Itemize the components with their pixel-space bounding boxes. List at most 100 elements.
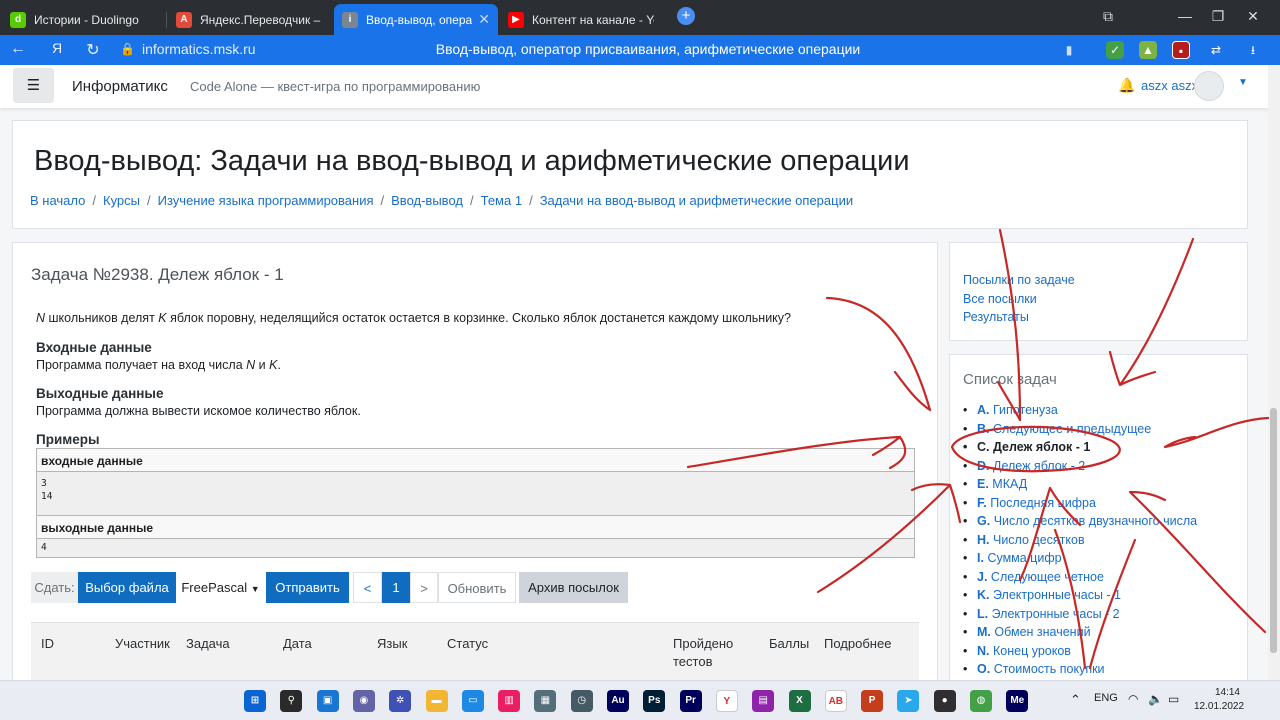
photoshop-icon[interactable]: Ps (643, 690, 666, 712)
column-header[interactable]: Задача (186, 635, 230, 653)
problem-list-item[interactable]: C. Дележ яблок - 1 (963, 440, 1197, 459)
column-header[interactable]: Участник (115, 635, 170, 653)
send-button[interactable]: Отправить (266, 572, 349, 603)
browser-tab-yandex-translate[interactable]: A Яндекс.Переводчик – сло (168, 4, 330, 35)
restore-icon[interactable]: ❐ (1208, 8, 1228, 25)
adobe-ext-icon[interactable]: ▪ (1172, 41, 1190, 59)
problem-list-item[interactable]: D. Дележ яблок - 2 (963, 459, 1197, 478)
problem-list-item[interactable]: A. Гипотенуза (963, 403, 1197, 422)
search-icon[interactable]: ⚲ (280, 690, 303, 712)
input-language[interactable]: ENG (1094, 692, 1118, 704)
language-select[interactable]: FreePascal ▼ (176, 572, 265, 603)
adguard-icon[interactable]: ✓ (1106, 41, 1124, 59)
premiere-icon[interactable]: Pr (679, 690, 702, 712)
breadcrumb-item[interactable]: Задачи на ввод-вывод и арифметические оп… (540, 193, 853, 208)
breadcrumb-item[interactable]: В начало (30, 193, 85, 208)
column-header[interactable]: Подробнее (824, 635, 891, 653)
clock-app-icon[interactable]: ◷ (570, 690, 593, 712)
url-text[interactable]: informatics.msk.ru (142, 41, 256, 57)
battery-icon[interactable]: ▭ (1168, 692, 1179, 706)
excel-icon[interactable]: X (788, 690, 811, 712)
abbyy-icon[interactable]: AB (824, 690, 847, 712)
hamburger-icon[interactable]: ☰ (13, 68, 54, 103)
windows-start-icon[interactable]: ⊞ (244, 690, 266, 712)
column-header[interactable]: Баллы (769, 635, 809, 653)
file-explorer-icon[interactable]: ▬ (425, 690, 448, 712)
breadcrumb-item[interactable]: Ввод-вывод (391, 193, 463, 208)
problem-list-item[interactable]: L. Электронные часы - 2 (963, 607, 1197, 626)
page-scrollbar-thumb[interactable] (1270, 408, 1277, 653)
volume-icon[interactable]: 🔈 (1148, 692, 1163, 706)
avatar[interactable] (1194, 71, 1224, 101)
choose-file-button[interactable]: Выбор файла (78, 572, 176, 603)
problem-list-item[interactable]: H. Число десятков (963, 533, 1197, 552)
problem-list-item[interactable]: E. МКАД (963, 477, 1197, 496)
archive-button[interactable]: Архив посылок (519, 572, 628, 603)
problem-list-item[interactable]: G. Число десятков двузначного числа (963, 514, 1197, 533)
color-app-icon[interactable]: ▥ (498, 690, 521, 712)
refresh-button[interactable]: Обновить (438, 572, 516, 603)
browser-tab-duolingo[interactable]: d Истории - Duolingo (2, 4, 164, 35)
tab-manager-icon[interactable]: ⧉ (1098, 8, 1118, 25)
monitor-icon[interactable]: ▭ (461, 690, 484, 712)
download-icon[interactable]: ⭳ (1244, 41, 1262, 59)
problem-list-item[interactable]: K. Электронные часы - 1 (963, 588, 1197, 607)
breadcrumb-item[interactable]: Тема 1 (481, 193, 522, 208)
problem-list-item[interactable]: O. Стоимость покупки (963, 662, 1197, 680)
pagination-prev[interactable]: < (353, 572, 382, 603)
system-clock[interactable]: 14:14 12.01.2022 (1194, 686, 1244, 714)
problem-list-item[interactable]: N. Конец уроков (963, 644, 1197, 663)
task-view-icon[interactable]: ▣ (316, 690, 339, 712)
problem-list-item[interactable]: F. Последняя цифра (963, 496, 1197, 515)
problem-list-item[interactable]: M. Обмен значений (963, 625, 1197, 644)
pagination-next[interactable]: > (410, 572, 438, 603)
link-problem-submissions[interactable]: Посылки по задаче (963, 273, 1075, 287)
browser-tab-youtube[interactable]: ▶ Контент на канале - YouTu (500, 4, 662, 35)
yandex-translate-icon: A (176, 11, 192, 28)
wifi-icon[interactable]: ◠ (1128, 692, 1138, 706)
new-tab-icon[interactable]: + (677, 7, 695, 25)
link-results[interactable]: Результаты (963, 310, 1029, 324)
close-tab-icon[interactable]: ✕ (478, 11, 490, 28)
obs-icon[interactable]: ● (933, 690, 956, 712)
column-header[interactable]: Язык (377, 635, 407, 653)
pagination-page-1[interactable]: 1 (382, 572, 410, 603)
audition-icon[interactable]: Au (607, 690, 629, 712)
column-header[interactable]: Пройдено тестов (673, 635, 753, 671)
yandex-browser-icon[interactable]: Y (715, 690, 738, 712)
column-header[interactable]: Дата (283, 635, 312, 653)
widgets-icon[interactable]: ✲ (389, 690, 412, 712)
column-header[interactable]: Статус (447, 635, 488, 653)
site-tagline[interactable]: Code Alone — квест-игра по программирова… (190, 79, 480, 94)
chat-icon[interactable]: ◉ (352, 690, 375, 712)
back-icon[interactable]: ← (8, 40, 28, 58)
problem-list-item[interactable]: I. Сумма цифр (963, 551, 1197, 570)
reload-icon[interactable]: ↻ (83, 40, 103, 60)
problem-letter: B. (977, 421, 990, 436)
winrar-icon[interactable]: ▤ (752, 690, 775, 712)
breadcrumb-item[interactable]: Изучение языка программирования (158, 193, 374, 208)
minimize-icon[interactable]: — (1175, 8, 1195, 24)
android-ext-icon[interactable]: ▲ (1139, 41, 1157, 59)
problem-list-item[interactable]: B. Следующее и предыдущее (963, 422, 1197, 441)
site-brand[interactable]: Информатикс (72, 78, 168, 95)
chevron-down-icon[interactable]: ▼ (1238, 77, 1248, 88)
yandex-home-icon[interactable]: Я (47, 40, 67, 56)
bell-icon[interactable]: 🔔 (1118, 77, 1135, 94)
chevron-up-icon[interactable]: ⌃ (1070, 692, 1081, 708)
telegram-icon[interactable]: ➤ (897, 690, 920, 712)
problem-list-item[interactable]: J. Следующее четное (963, 570, 1197, 589)
link-all-submissions[interactable]: Все посылки (963, 292, 1037, 306)
user-name[interactable]: aszx aszx (1141, 78, 1198, 93)
browser-tab-informatics[interactable]: i Ввод-вывод, оператор ✕ (334, 4, 498, 35)
media-encoder-icon[interactable]: Me (1006, 690, 1029, 712)
close-window-icon[interactable]: ✕ (1243, 8, 1263, 25)
column-header[interactable]: ID (41, 635, 54, 653)
calculator-icon[interactable]: ▦ (534, 690, 557, 712)
breadcrumb-item[interactable]: Курсы (103, 193, 140, 208)
examples-heading: Примеры (36, 432, 100, 447)
bookmark-icon[interactable]: ▮ (1060, 41, 1078, 59)
powerpoint-icon[interactable]: P (861, 690, 884, 712)
globe-app-icon[interactable]: ◍ (970, 690, 992, 712)
translate-ext-icon[interactable]: ⇄ (1207, 41, 1225, 59)
